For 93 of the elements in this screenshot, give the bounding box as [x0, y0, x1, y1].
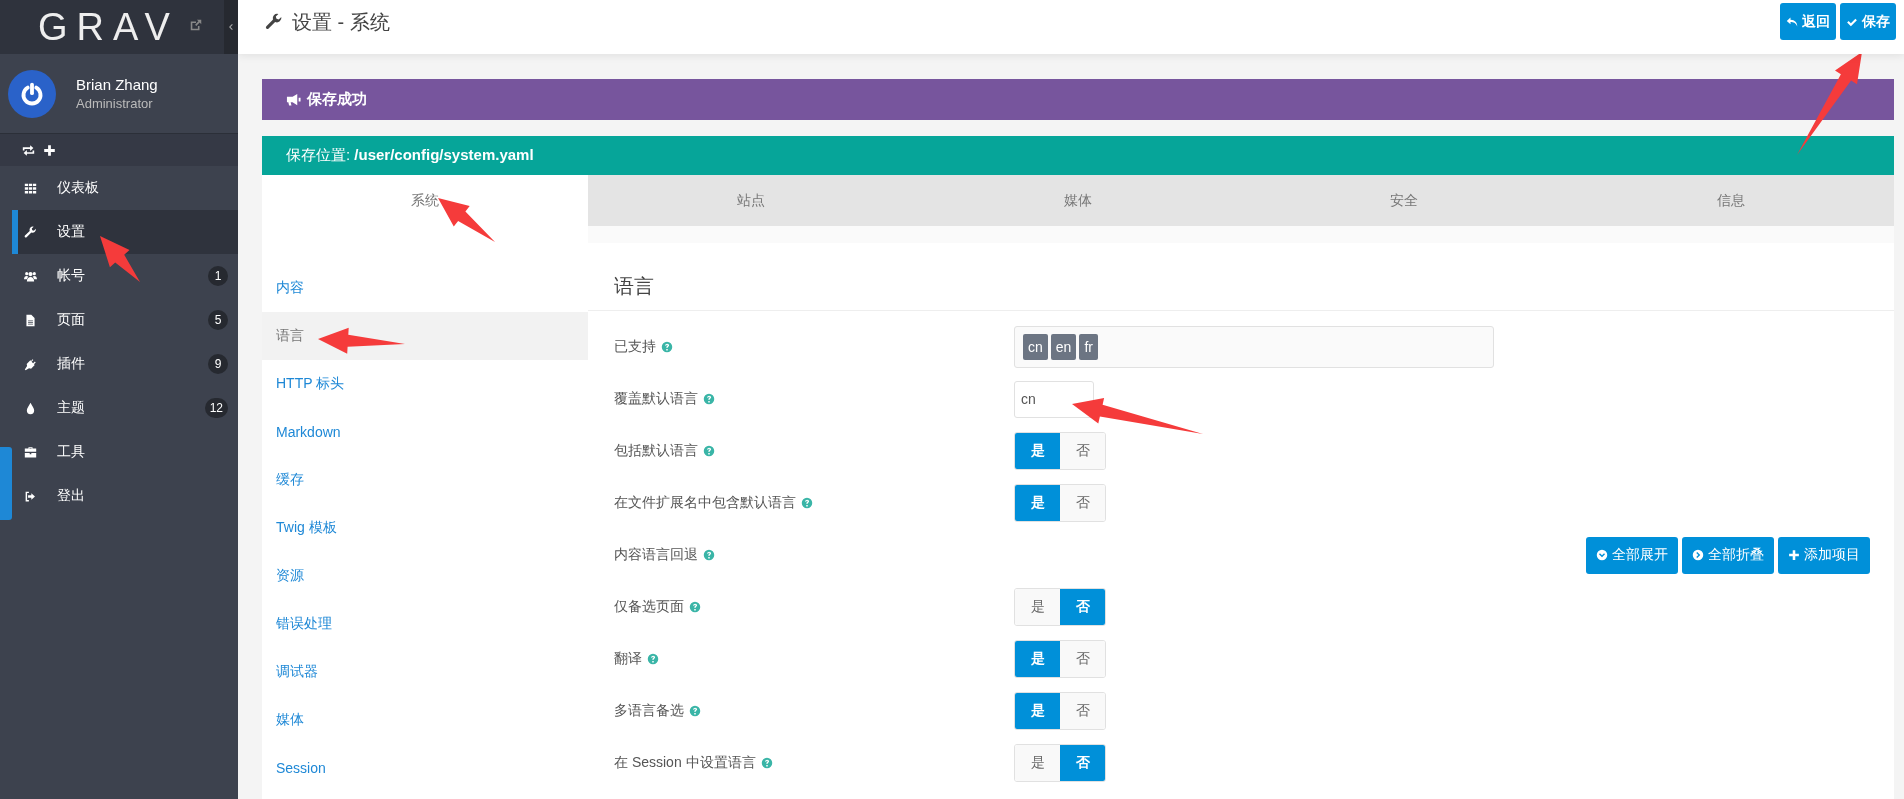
toggle-option[interactable]: 是	[1015, 641, 1060, 677]
sidebar-item[interactable]: 仪表板	[12, 166, 238, 210]
chevron-circle-down-icon	[1596, 549, 1608, 561]
field-label: 在文件扩展名中包含默认语言	[614, 494, 796, 512]
section-title: 语言	[588, 243, 1894, 311]
field-label: 仅备选页面	[614, 598, 684, 616]
external-link-icon	[188, 18, 203, 32]
banner-text: 保存位置: /user/config/system.yaml	[286, 146, 534, 165]
subnav-item[interactable]: 调试器	[262, 648, 588, 696]
help-icon	[647, 653, 659, 665]
sidebar-item[interactable]: 主题 12	[12, 386, 238, 430]
field-label: 覆盖默认语言	[614, 390, 698, 408]
help-icon	[703, 549, 715, 561]
toggle-option[interactable]: 否	[1060, 693, 1105, 729]
page-title: 设置 - 系统	[292, 9, 390, 35]
header-button[interactable]: 保存	[1840, 3, 1896, 40]
sidebar-item[interactable]: 设置	[12, 210, 238, 254]
language-tag[interactable]: fr	[1079, 334, 1098, 360]
undo-arrow-icon	[1786, 15, 1798, 28]
document-icon	[24, 313, 37, 327]
annotation-arrow	[100, 236, 140, 282]
add-button[interactable]	[43, 143, 56, 157]
field-label: 多语言备选	[614, 702, 684, 720]
grid-icon	[24, 181, 37, 195]
plus-icon	[1788, 549, 1800, 561]
plug-icon	[24, 357, 37, 371]
subnav-item[interactable]: Session	[262, 744, 588, 792]
subnav-item[interactable]: Twig 模板	[262, 504, 588, 552]
sidebar-item[interactable]: 页面 5	[12, 298, 238, 342]
field-label: 包括默认语言	[614, 442, 698, 460]
drop-icon	[24, 401, 37, 415]
toggle-option[interactable]: 是	[1015, 589, 1060, 625]
toggle-option[interactable]: 否	[1060, 485, 1105, 521]
subnav-item[interactable]: 资源	[262, 552, 588, 600]
megaphone-icon	[286, 92, 301, 107]
toggle-option[interactable]: 否	[1060, 641, 1105, 677]
header-button[interactable]: 返回	[1780, 3, 1836, 40]
field-label: 在 Session 中设置语言	[614, 754, 756, 772]
help-icon	[801, 497, 813, 509]
text-field[interactable]: cn	[1014, 380, 1094, 418]
logo[interactable]: GRAV	[38, 8, 179, 46]
wrench-icon	[265, 13, 283, 31]
count-badge: 12	[204, 398, 228, 418]
wrench-icon	[24, 225, 37, 239]
help-icon	[703, 445, 715, 457]
count-badge: 1	[208, 266, 228, 286]
subnav-item[interactable]: Markdown	[262, 408, 588, 456]
help-icon	[689, 601, 701, 613]
count-badge: 9	[208, 354, 228, 374]
language-tag[interactable]: cn	[1023, 334, 1048, 360]
sidebar-item[interactable]: 插件 9	[12, 342, 238, 386]
subnav-item[interactable]: 缓存	[262, 456, 588, 504]
avatar	[8, 69, 56, 118]
field-label: 内容语言回退	[614, 546, 698, 564]
subnav-item[interactable]: 内容	[262, 264, 588, 312]
user-role: Administrator	[76, 96, 154, 111]
help-icon	[703, 393, 715, 405]
annotation-arrow	[438, 198, 495, 242]
list-button[interactable]: 全部展开	[1586, 536, 1678, 574]
subnav-item[interactable]: HTTP 标头	[262, 360, 588, 408]
chevron-left-icon	[227, 23, 235, 31]
help-icon	[661, 341, 673, 353]
field-label: 已支持	[614, 338, 656, 356]
user-name: Brian Zhang	[76, 76, 158, 93]
subnav-item[interactable]: 媒体	[262, 696, 588, 744]
plus-icon	[43, 143, 56, 157]
tags-field[interactable]: cn en fr	[1014, 326, 1494, 368]
tab[interactable]: 系统	[262, 175, 588, 226]
language-tag[interactable]: en	[1050, 334, 1077, 360]
help-icon	[689, 705, 701, 717]
switch-button[interactable]	[22, 143, 35, 157]
toggle-option[interactable]: 是	[1015, 433, 1060, 469]
count-badge: 5	[208, 310, 228, 330]
swap-arrows-icon	[22, 143, 35, 157]
toggle-option[interactable]: 是	[1015, 745, 1060, 781]
list-button[interactable]: 添加项目	[1778, 536, 1870, 574]
toggle-option[interactable]: 否	[1060, 589, 1105, 625]
subnav-item[interactable]: 错误处理	[262, 600, 588, 648]
briefcase-icon	[24, 445, 37, 459]
sign-out-icon	[24, 489, 37, 503]
chevron-circle-right-icon	[1692, 549, 1704, 561]
list-button[interactable]: 全部折叠	[1682, 536, 1774, 574]
sidebar-item[interactable]: 登出	[12, 474, 238, 518]
sidebar-item[interactable]: 工具	[12, 430, 238, 474]
subnav-item[interactable]: 语言	[262, 312, 588, 360]
toggle-option[interactable]: 是	[1015, 693, 1060, 729]
toggle-option[interactable]: 否	[1060, 745, 1105, 781]
banner-text: 保存成功	[307, 90, 367, 109]
field-label: 翻译	[614, 650, 642, 668]
toggle-option[interactable]: 是	[1015, 485, 1060, 521]
users-icon	[24, 269, 37, 283]
toggle-option[interactable]: 否	[1060, 433, 1105, 469]
help-icon	[760, 757, 773, 769]
